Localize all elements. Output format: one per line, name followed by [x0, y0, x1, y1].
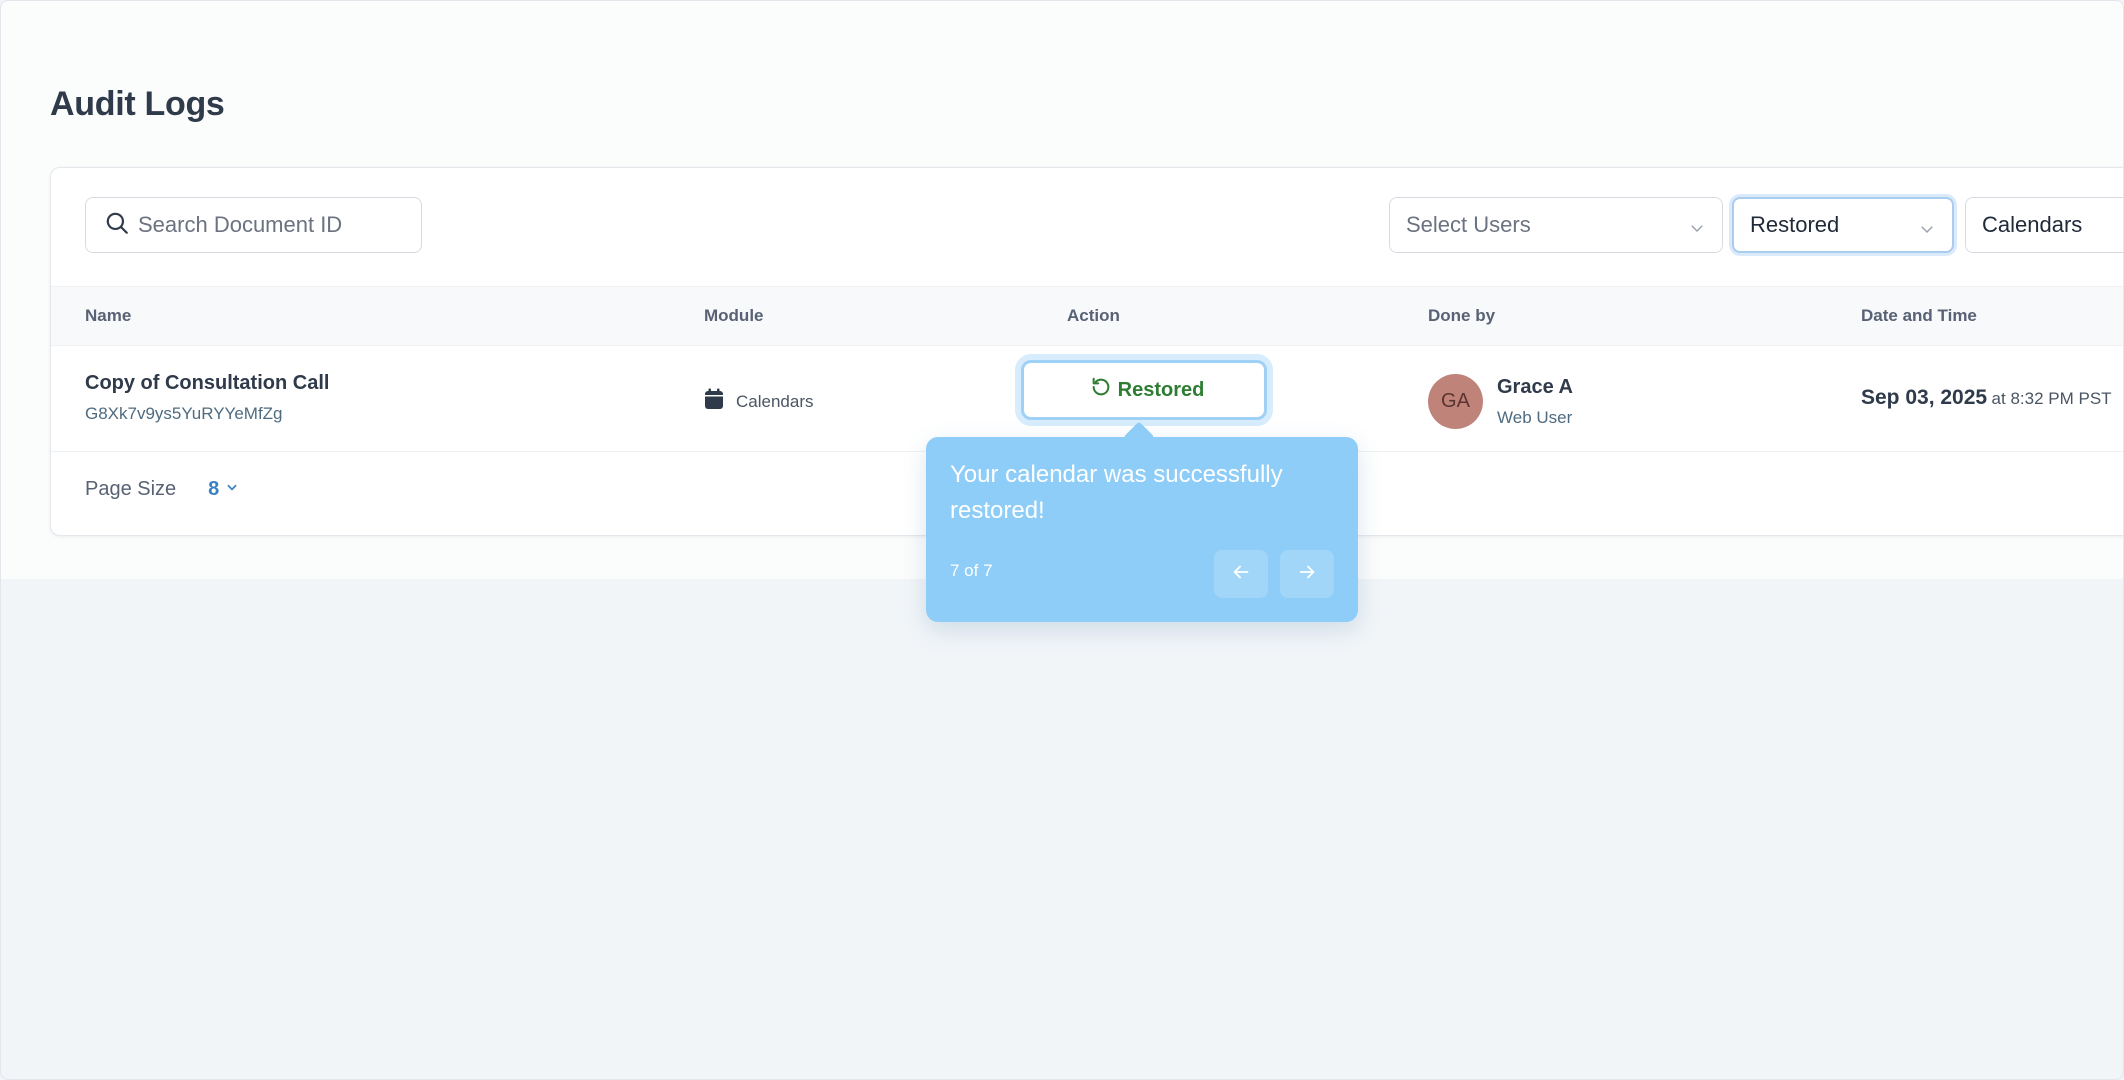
module-filter-value: Calendars — [1982, 212, 2083, 237]
module-label: Calendars — [736, 391, 814, 411]
restore-icon — [1090, 376, 1112, 404]
arrow-right-icon — [1296, 561, 1318, 588]
column-header-done-by: Done by — [1428, 306, 1496, 325]
pagination-footer: Page Size 8 — [85, 478, 239, 501]
log-date: Sep 03, 2025 — [1861, 386, 1988, 409]
calendar-icon — [704, 388, 724, 415]
column-header-date-time: Date and Time — [1861, 306, 1977, 325]
tooltip-next-button[interactable] — [1280, 550, 1334, 598]
log-time: at 8:32 PM PST — [1991, 389, 2112, 408]
page-size-label: Page Size — [85, 478, 177, 500]
document-id: G8Xk7v9ys5YuRYYeMfZg — [85, 404, 283, 423]
chevron-down-icon — [1688, 217, 1706, 235]
action-filter-value: Restored — [1750, 212, 1840, 237]
column-header-action: Action — [1067, 306, 1120, 325]
select-users-label: Select Users — [1406, 212, 1531, 237]
tooltip-prev-button[interactable] — [1214, 550, 1268, 598]
column-header-module: Module — [704, 306, 764, 325]
action-label: Restored — [1117, 378, 1205, 401]
table-header: Name Module Action Done by Date and Time — [51, 286, 2123, 346]
chevron-down-icon[interactable] — [219, 480, 239, 499]
app-frame: Audit Logs Search Document ID Select Use… — [0, 0, 2124, 1080]
user-role: Web User — [1497, 408, 1573, 427]
tooltip-message: Your calendar was successfully restored! — [950, 461, 1283, 524]
chevron-down-icon — [1918, 218, 1936, 236]
action-filter-dropdown[interactable]: Restored — [1732, 197, 1954, 253]
date-time-cell: Sep 03, 2025 at 8:32 PM PST — [1861, 386, 2112, 410]
document-name[interactable]: Copy of Consultation Call — [85, 372, 329, 395]
search-input[interactable]: Search Document ID — [85, 197, 422, 253]
search-icon — [104, 210, 130, 241]
select-users-dropdown[interactable]: Select Users — [1389, 197, 1723, 253]
avatar: GA — [1428, 374, 1483, 429]
column-header-name: Name — [85, 306, 132, 325]
search-placeholder: Search Document ID — [138, 212, 343, 237]
page-title: Audit Logs — [50, 85, 225, 123]
module-filter-dropdown[interactable]: Calendars — [1965, 197, 2123, 253]
tooltip-step-counter: 7 of 7 — [950, 561, 993, 580]
module-cell: Calendars — [704, 388, 814, 415]
action-badge-restored[interactable]: Restored — [1021, 360, 1267, 420]
page-size-selector[interactable]: 8 — [208, 478, 219, 501]
onboarding-tooltip: Your calendar was successfully restored!… — [926, 421, 1358, 622]
arrow-left-icon — [1230, 561, 1252, 588]
user-name: Grace A — [1497, 376, 1573, 398]
